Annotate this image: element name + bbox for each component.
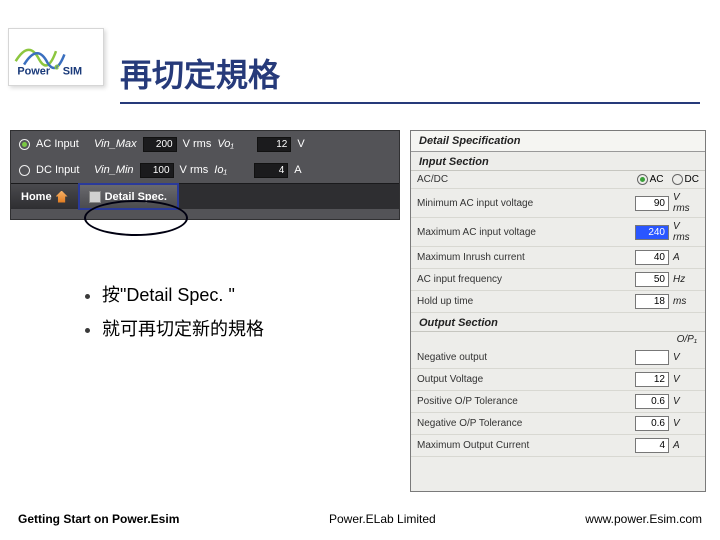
min-ac-voltage-input[interactable] xyxy=(635,196,669,211)
ac-radio[interactable] xyxy=(637,174,648,185)
field-label: Maximum Output Current xyxy=(417,440,635,451)
field-unit: V xyxy=(669,418,699,429)
detail-spec-icon xyxy=(89,191,101,203)
field-label: Negative O/P Tolerance xyxy=(417,418,635,429)
dc-input-radio[interactable] xyxy=(19,165,30,176)
table-row: AC input frequency Hz xyxy=(411,269,705,291)
home-tab-label: Home xyxy=(21,191,52,203)
table-row: Minimum AC input voltage V rms xyxy=(411,189,705,218)
detail-spec-tab-label: Detail Spec. xyxy=(105,191,167,203)
ac-option-label: AC xyxy=(650,174,664,185)
neg-output-input[interactable] xyxy=(635,350,669,365)
output-voltage-input[interactable] xyxy=(635,372,669,387)
neg-tol-input[interactable] xyxy=(635,416,669,431)
acdc-label: AC/DC xyxy=(417,174,637,185)
table-row: Maximum AC input voltage V rms xyxy=(411,218,705,247)
field-unit: V rms xyxy=(669,221,699,243)
detail-spec-panel: Detail Specification Input Section AC/DC… xyxy=(410,130,706,492)
field-unit: V xyxy=(669,352,699,363)
footer-left: Getting Start on Power.Esim xyxy=(18,512,179,526)
dc-radio[interactable] xyxy=(672,174,683,185)
instruction-list: 按"Detail Spec. " 就可再切定新的規格 xyxy=(48,278,264,346)
table-row: Maximum Inrush current A xyxy=(411,247,705,269)
max-inrush-input[interactable] xyxy=(635,250,669,265)
table-row: Negative output V xyxy=(411,347,705,369)
field-label: Minimum AC input voltage xyxy=(417,198,635,209)
table-row: Output Voltage V xyxy=(411,369,705,391)
vin-max-input[interactable] xyxy=(143,137,177,152)
list-item: 就可再切定新的規格 xyxy=(102,312,264,346)
quick-spec-panel: AC Input Vin_Max V rms Vo₁ V DC Input Vi… xyxy=(10,130,400,220)
vo1-input[interactable] xyxy=(257,137,291,152)
field-unit: Hz xyxy=(669,274,699,285)
acdc-row: AC/DC AC DC xyxy=(411,171,705,189)
field-unit: V xyxy=(669,396,699,407)
table-row: Hold up time ms xyxy=(411,291,705,313)
quick-spec-row: DC Input Vin_Min V rms Io₁ A xyxy=(11,157,399,183)
max-out-current-input[interactable] xyxy=(635,438,669,453)
io1-unit: A xyxy=(294,164,320,176)
quick-spec-row: AC Input Vin_Max V rms Vo₁ V xyxy=(11,131,399,157)
field-label: AC input frequency xyxy=(417,274,635,285)
ac-input-label: AC Input xyxy=(36,138,88,150)
dc-option-label: DC xyxy=(685,174,699,185)
ac-input-radio[interactable] xyxy=(19,139,30,150)
field-unit: V xyxy=(669,374,699,385)
tab-detail-spec[interactable]: Detail Spec. xyxy=(79,184,178,209)
list-item: 按"Detail Spec. " xyxy=(102,278,264,312)
vo1-symbol: Vo₁ xyxy=(217,138,251,150)
table-row: Maximum Output Current A xyxy=(411,435,705,457)
svg-text:Power: Power xyxy=(17,66,50,78)
vin-max-symbol: Vin_Max xyxy=(94,138,137,150)
holdup-input[interactable] xyxy=(635,294,669,309)
logo: Power e SIM xyxy=(8,28,104,86)
vin-min-symbol: Vin_Min xyxy=(94,164,134,176)
tab-home[interactable]: Home xyxy=(11,184,79,209)
field-label: Hold up time xyxy=(417,296,635,307)
pos-tol-input[interactable] xyxy=(635,394,669,409)
ac-freq-input[interactable] xyxy=(635,272,669,287)
field-unit: V rms xyxy=(669,192,699,214)
input-section-header: Input Section xyxy=(411,152,705,171)
output-sub-label: O/P₁ xyxy=(411,332,705,347)
home-icon xyxy=(56,191,68,203)
footer-center: Power.ELab Limited xyxy=(179,512,585,526)
io1-input[interactable] xyxy=(254,163,288,178)
vin-max-unit: V rms xyxy=(183,138,212,150)
footer-right: www.power.Esim.com xyxy=(585,512,702,526)
vin-min-unit: V rms xyxy=(180,164,209,176)
table-row: Positive O/P Tolerance V xyxy=(411,391,705,413)
vo1-unit: V xyxy=(297,138,323,150)
quick-spec-tabs: Home Detail Spec. xyxy=(11,183,399,209)
svg-text:SIM: SIM xyxy=(63,66,82,78)
table-row: Negative O/P Tolerance V xyxy=(411,413,705,435)
logo-svg: Power e SIM xyxy=(14,35,98,79)
field-label: Maximum AC input voltage xyxy=(417,227,635,238)
field-label: Negative output xyxy=(417,352,635,363)
svg-text:e: e xyxy=(54,62,59,72)
field-unit: A xyxy=(669,440,699,451)
field-label: Output Voltage xyxy=(417,374,635,385)
output-section-header: Output Section xyxy=(411,313,705,332)
footer: Getting Start on Power.Esim Power.ELab L… xyxy=(0,512,720,526)
detail-spec-title: Detail Specification xyxy=(411,131,705,152)
io1-symbol: Io₁ xyxy=(214,164,248,176)
field-unit: ms xyxy=(669,296,699,307)
field-label: Maximum Inrush current xyxy=(417,252,635,263)
dc-input-label: DC Input xyxy=(36,164,88,176)
vin-min-input[interactable] xyxy=(140,163,174,178)
page-title: 再切定規格 xyxy=(120,50,700,104)
field-label: Positive O/P Tolerance xyxy=(417,396,635,407)
max-ac-voltage-input[interactable] xyxy=(635,225,669,240)
field-unit: A xyxy=(669,252,699,263)
